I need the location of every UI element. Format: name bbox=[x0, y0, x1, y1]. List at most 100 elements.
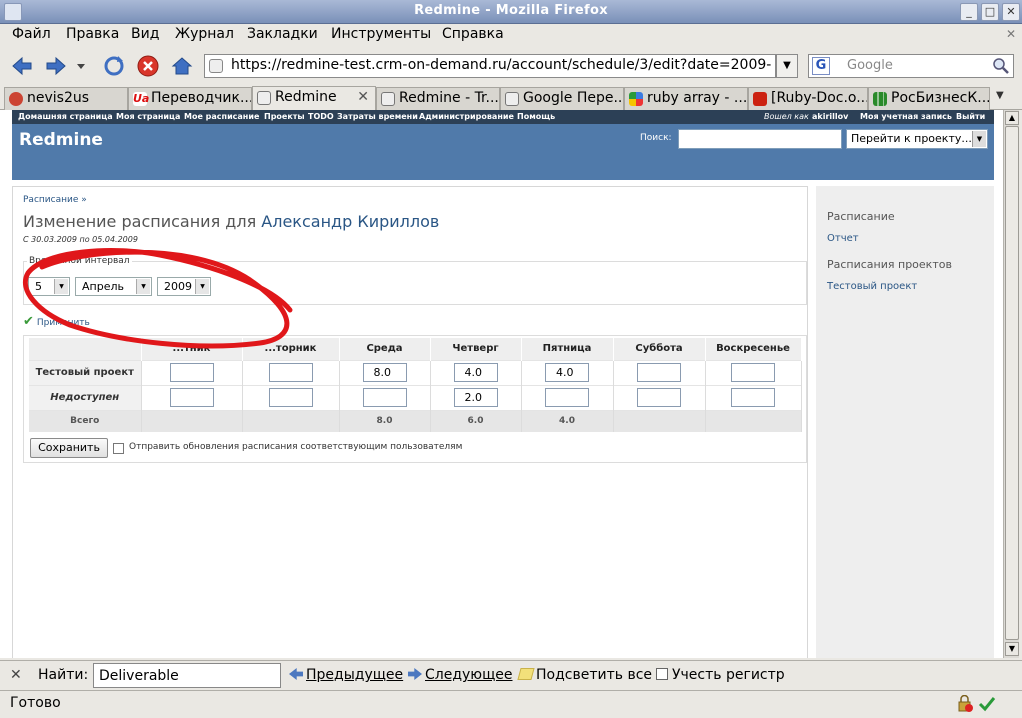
scroll-down-arrow-icon[interactable]: ▼ bbox=[1005, 642, 1019, 656]
page-title-prefix: Изменение расписания для bbox=[23, 212, 257, 231]
find-input[interactable]: Deliverable bbox=[93, 663, 281, 688]
close-find-bar-icon[interactable]: ✕ bbox=[10, 667, 22, 683]
tab-ruby-array[interactable]: ruby array - ... bbox=[624, 87, 748, 110]
search-icon[interactable] bbox=[992, 57, 1010, 75]
top-menu-administration[interactable]: Администрирование bbox=[419, 112, 514, 121]
apply-link[interactable]: ✔ Применить bbox=[23, 314, 90, 329]
hours-input[interactable]: 4.0 bbox=[453, 363, 498, 382]
hours-input[interactable] bbox=[169, 363, 214, 382]
find-previous-button[interactable]: Предыдущее bbox=[289, 667, 403, 683]
year-select[interactable]: 2009 ▼ bbox=[157, 277, 211, 296]
breadcrumb[interactable]: Расписание » bbox=[23, 195, 87, 205]
top-menu-projects[interactable]: Проекты bbox=[264, 112, 305, 121]
top-menu-time-spent[interactable]: Затраты времени bbox=[337, 112, 418, 121]
check-status-icon[interactable] bbox=[978, 695, 996, 713]
web-search-box[interactable]: G Google bbox=[808, 54, 1014, 78]
window-titlebar: Redmine - Mozilla Firefox _ □ ✕ bbox=[0, 0, 1022, 24]
maximize-button[interactable]: □ bbox=[981, 3, 999, 21]
tab-list-dropdown-icon[interactable]: ▼ bbox=[996, 90, 1004, 101]
top-menu-my-schedule[interactable]: Мое расписание bbox=[184, 112, 259, 121]
column-header-sunday: Воскресенье bbox=[705, 338, 802, 360]
redmine-search-input[interactable] bbox=[678, 129, 842, 149]
my-account-link[interactable]: Моя учетная запись bbox=[860, 112, 952, 121]
day-select[interactable]: 5 ▼ bbox=[28, 277, 70, 296]
url-bar[interactable]: https://redmine-test.crm-on-demand.ru/ac… bbox=[204, 54, 776, 78]
tab-favicon-icon bbox=[9, 92, 23, 106]
close-window-button[interactable]: ✕ bbox=[1002, 3, 1020, 21]
find-next-button[interactable]: Следующее bbox=[408, 667, 513, 683]
menu-file[interactable]: Файл bbox=[12, 26, 51, 42]
menu-history[interactable]: Журнал bbox=[175, 26, 234, 42]
tab-label: [Ruby-Doc.o... bbox=[771, 90, 868, 106]
sidebar-report-link[interactable]: Отчет bbox=[827, 233, 859, 244]
tab-redmine-tr[interactable]: Redmine - Tr... bbox=[376, 87, 500, 110]
page-favicon-icon bbox=[257, 91, 271, 105]
menu-tools[interactable]: Инструменты bbox=[331, 26, 431, 42]
site-favicon-icon bbox=[209, 59, 223, 73]
forward-arrow-icon[interactable] bbox=[44, 54, 68, 78]
menu-bar: Файл Правка Вид Журнал Закладки Инструме… bbox=[0, 24, 1022, 46]
month-select[interactable]: Апрель ▼ bbox=[75, 277, 152, 296]
hours-input[interactable] bbox=[545, 388, 589, 407]
top-menu-todo[interactable]: TODO bbox=[308, 112, 334, 121]
hours-input[interactable] bbox=[731, 388, 775, 407]
page-scrollbar[interactable]: ▲ ▼ bbox=[1003, 110, 1019, 658]
notify-users-checkbox[interactable] bbox=[113, 443, 124, 454]
page-title-user-link[interactable]: Александр Кириллов bbox=[261, 212, 439, 231]
hours-input[interactable] bbox=[637, 388, 681, 407]
total-value bbox=[613, 409, 706, 432]
menu-close-icon[interactable]: ✕ bbox=[1006, 27, 1016, 41]
menu-edit[interactable]: Правка bbox=[66, 26, 119, 42]
tab-redmine[interactable]: Redmine ✕ bbox=[252, 86, 376, 111]
hours-input[interactable] bbox=[731, 363, 775, 382]
tab-label: ruby array - ... bbox=[647, 90, 748, 106]
total-value: 6.0 bbox=[430, 409, 522, 432]
hours-input[interactable]: 8.0 bbox=[362, 363, 407, 382]
home-icon[interactable] bbox=[170, 54, 194, 78]
url-dropdown-button[interactable]: ▼ bbox=[776, 54, 798, 78]
top-menu-home[interactable]: Домашняя страница bbox=[18, 112, 113, 121]
hours-input[interactable] bbox=[169, 388, 214, 407]
highlight-all-button[interactable]: Подсветить все bbox=[517, 667, 652, 683]
hours-input[interactable] bbox=[637, 363, 681, 382]
menu-view[interactable]: Вид bbox=[131, 26, 159, 42]
hours-input[interactable] bbox=[362, 388, 407, 407]
logout-link[interactable]: Выйти bbox=[956, 112, 985, 121]
tab-google-translate[interactable]: Google Пере... bbox=[500, 87, 624, 110]
page-title: Изменение расписания для Александр Кирил… bbox=[23, 212, 439, 231]
hours-input[interactable] bbox=[268, 363, 313, 382]
logged-in-user[interactable]: akirillov bbox=[812, 112, 848, 121]
match-case-checkbox[interactable]: Учесть регистр bbox=[656, 667, 785, 683]
totals-row: Всего 8.0 6.0 4.0 bbox=[29, 409, 802, 432]
tab-nevis2us[interactable]: nevis2us bbox=[4, 87, 128, 110]
tab-close-icon[interactable]: ✕ bbox=[357, 89, 369, 105]
tab-ruby-doc[interactable]: [Ruby-Doc.o... bbox=[748, 87, 868, 110]
column-header-thursday: Четверг bbox=[430, 338, 522, 360]
save-button[interactable]: Сохранить bbox=[30, 438, 108, 458]
back-arrow-icon[interactable] bbox=[10, 54, 34, 78]
google-engine-icon[interactable]: G bbox=[812, 57, 830, 75]
tab-label: Redmine - Tr... bbox=[399, 90, 499, 106]
top-menu-my-page[interactable]: Моя страница bbox=[116, 112, 180, 121]
hours-input[interactable]: 4.0 bbox=[545, 363, 589, 382]
scroll-up-arrow-icon[interactable]: ▲ bbox=[1005, 111, 1019, 125]
sidebar-test-project-link[interactable]: Тестовый проект bbox=[827, 281, 917, 292]
reload-icon[interactable] bbox=[102, 54, 126, 78]
total-value bbox=[705, 409, 802, 432]
redmine-top-menu: Домашняя страница Моя страница Мое распи… bbox=[12, 110, 994, 124]
tab-rosbiznes[interactable]: РосБизнесК... bbox=[868, 87, 990, 110]
interval-legend: Временной интервал bbox=[27, 256, 132, 266]
scrollbar-thumb[interactable] bbox=[1005, 126, 1019, 640]
minimize-button[interactable]: _ bbox=[960, 3, 978, 21]
project-jump-select[interactable]: Перейти к проекту... ▼ bbox=[846, 129, 988, 149]
stop-icon[interactable] bbox=[136, 54, 160, 78]
security-lock-icon[interactable] bbox=[956, 695, 974, 713]
hours-input[interactable] bbox=[268, 388, 313, 407]
hours-input[interactable]: 2.0 bbox=[453, 388, 498, 407]
history-dropdown-icon[interactable] bbox=[74, 54, 88, 78]
menu-help[interactable]: Справка bbox=[442, 26, 504, 42]
notify-users-label: Отправить обновления расписания соответс… bbox=[129, 442, 463, 452]
top-menu-help[interactable]: Помощь bbox=[517, 112, 555, 121]
tab-translator[interactable]: Ua Переводчик... bbox=[128, 87, 252, 110]
menu-bookmarks[interactable]: Закладки bbox=[247, 26, 318, 42]
